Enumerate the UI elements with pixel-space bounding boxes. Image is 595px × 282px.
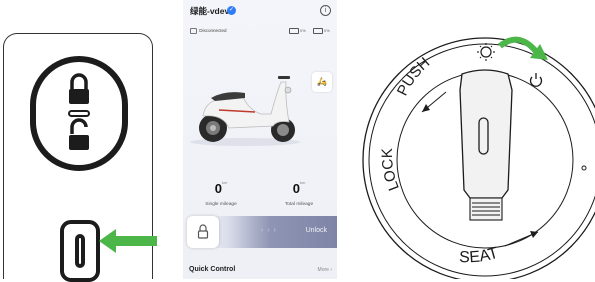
quick-control-title: Quick Control [189,266,236,273]
green-arrow-icon [99,229,157,253]
lock-label: LOCK [379,148,403,193]
key-slot-inner [75,234,85,268]
single-mileage: 0km Single mileage [191,180,251,207]
key-grip [469,197,503,221]
info-icon[interactable]: i [320,5,331,16]
lock-toggle-switch[interactable] [30,56,128,171]
battery-icon [289,28,299,34]
total-mileage-unit: km [299,180,306,185]
padlock-closed-icon [69,73,89,104]
battery-1: 0% [289,28,306,34]
ignition-panel [3,33,157,282]
power-icon [529,73,543,87]
single-mileage-value: 0 [214,181,222,196]
bluetooth-icon [190,28,197,34]
padlock-open-icon [69,118,89,150]
status-text: Disconnected [199,28,227,34]
sun-icon [477,43,495,61]
helmet-scooter-icon[interactable]: 🛵 [312,72,332,92]
battery-2-value: 0% [324,28,330,34]
total-mileage: 0km Total mileage [269,180,329,207]
unlock-slider[interactable]: › › › Unlock [187,216,337,248]
divider-dash [68,110,90,117]
lock-icon [197,224,209,239]
total-mileage-label: Total mileage [284,202,314,207]
key-handle[interactable] [459,69,513,199]
single-mileage-unit: km [221,180,228,185]
verified-icon: ✓ [227,6,236,15]
ignition-dial: PUSH LOCK SEAT [362,36,595,279]
unlock-label: Unlock [305,227,327,234]
key-slot-icon[interactable] [60,220,100,282]
battery-2: 0% [313,28,330,34]
unlock-knob[interactable] [187,216,219,248]
swipe-chevrons: › › › [261,227,277,234]
connection-status: Disconnected [190,28,227,34]
rotate-arrow-icon [498,36,541,56]
app-screen: 绿能-vdevo ✓ i Disconnected 0% 0% 🛵 0km Si… [183,0,337,279]
battery-icon [313,28,323,34]
battery-1-value: 0% [300,28,306,34]
more-link[interactable]: More › [318,267,332,273]
single-mileage-label: Single mileage [205,202,237,207]
total-mileage-value: 0 [292,181,300,196]
scooter-image [190,76,300,146]
